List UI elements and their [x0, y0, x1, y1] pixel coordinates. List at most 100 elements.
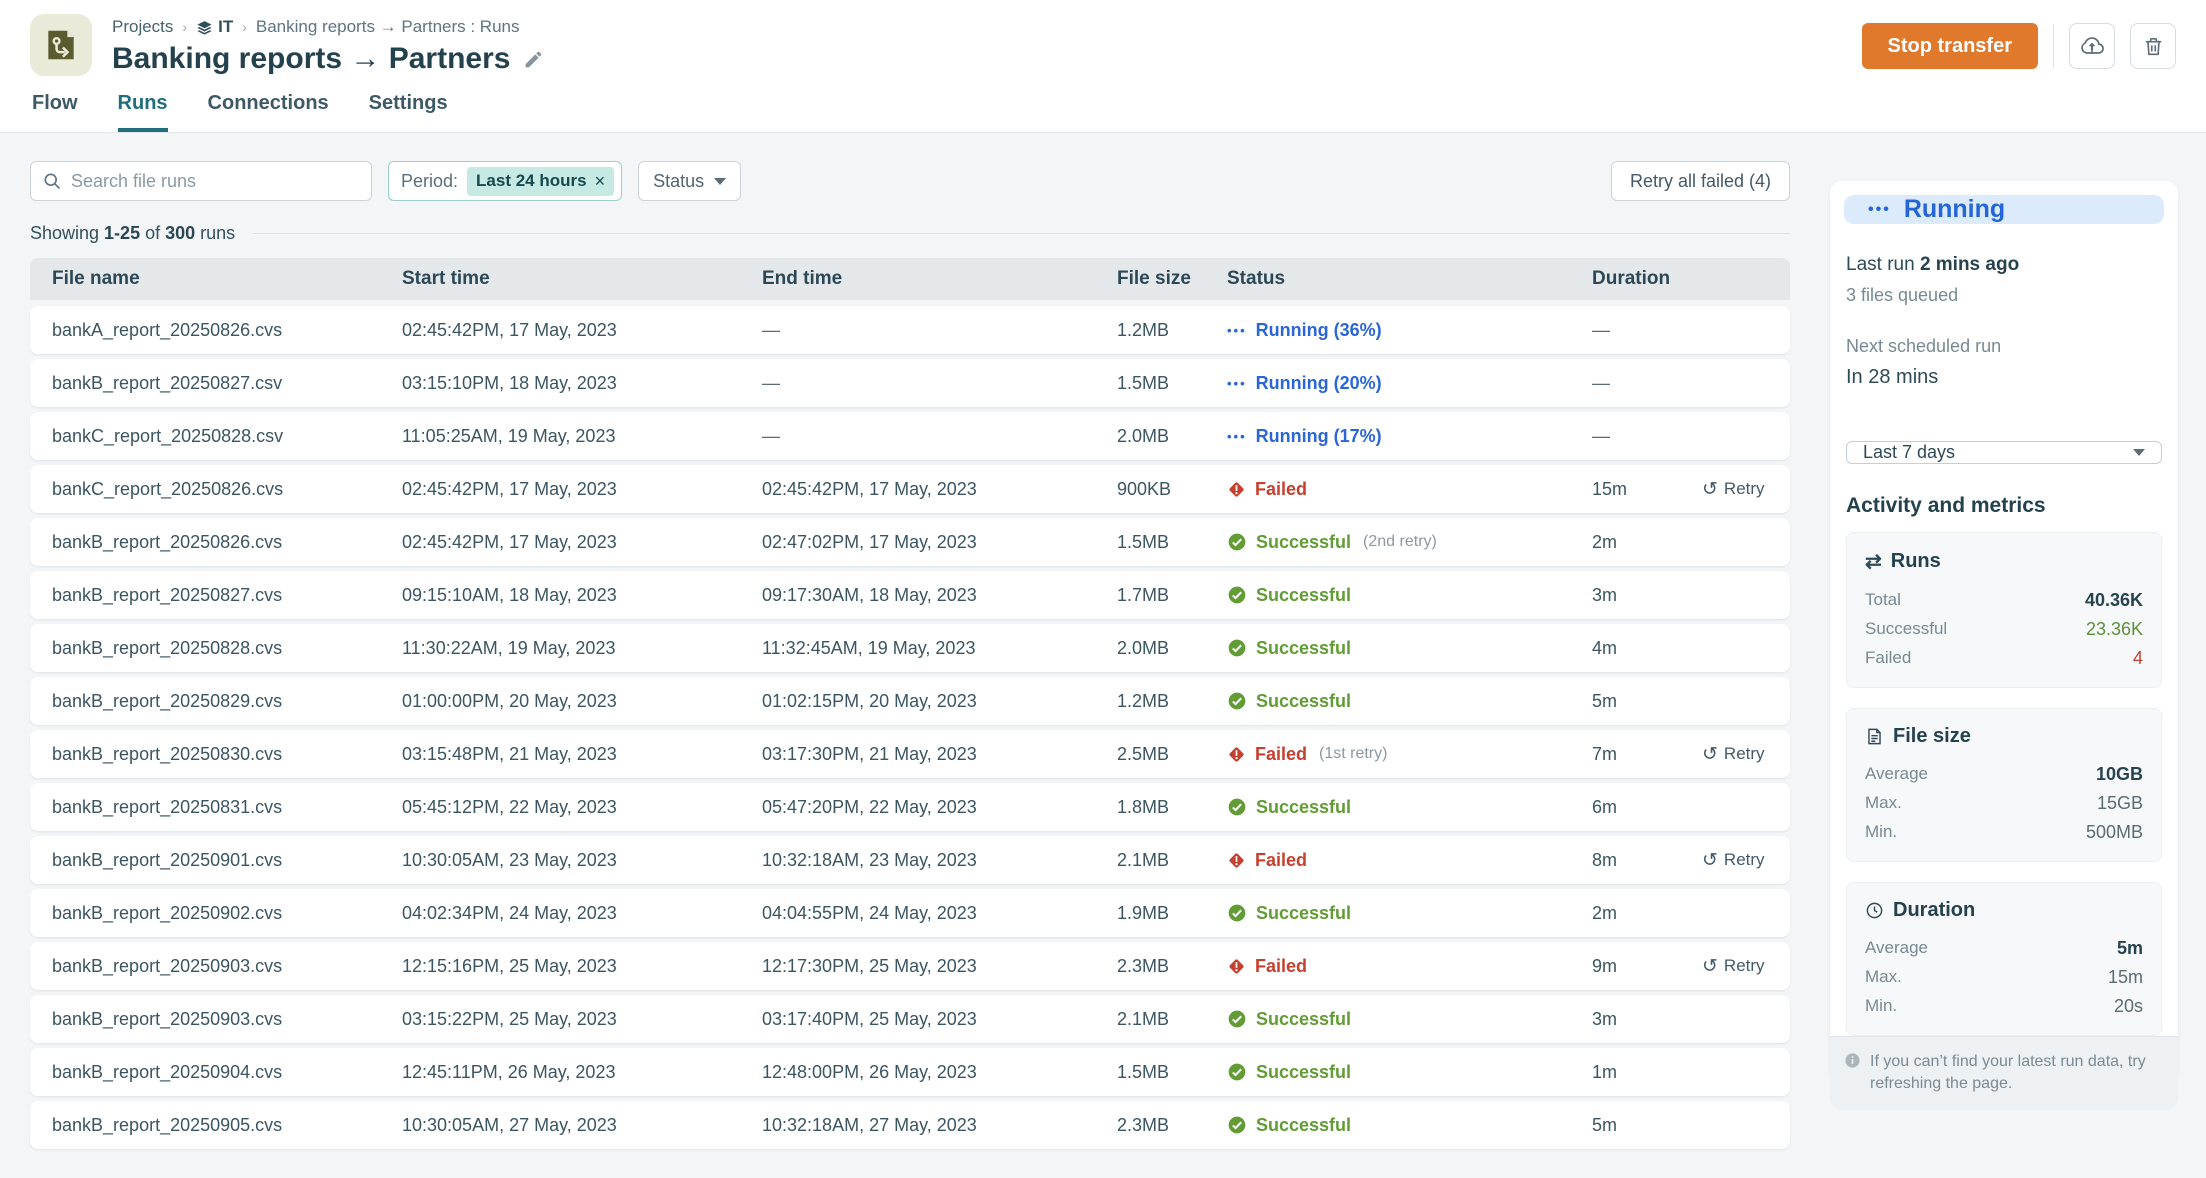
- table-row[interactable]: bankB_report_20250904.cvs12:45:11PM, 26 …: [30, 1048, 1790, 1096]
- upload-button[interactable]: [2069, 23, 2115, 69]
- search-box: [30, 161, 372, 201]
- tab-flow[interactable]: Flow: [32, 92, 78, 132]
- file-name-cell: bankB_report_20250901.cvs: [52, 850, 402, 871]
- table-row[interactable]: bankB_report_20250827.cvs09:15:10AM, 18 …: [30, 571, 1790, 619]
- start-time-cell: 03:15:10PM, 18 May, 2023: [402, 373, 762, 394]
- status-banner-label: Running: [1904, 195, 2005, 224]
- retry-all-failed-button[interactable]: Retry all failed (4): [1611, 161, 1790, 201]
- status-filter-label: Status: [653, 171, 704, 192]
- table-row[interactable]: bankB_report_20250828.cvs11:30:22AM, 19 …: [30, 624, 1790, 672]
- next-run-label: Next scheduled run: [1846, 336, 2162, 357]
- duration-cell: 6m: [1592, 797, 1702, 818]
- retry-button[interactable]: ↺Retry: [1702, 744, 1790, 764]
- table-row[interactable]: bankB_report_20250901.cvs10:30:05AM, 23 …: [30, 836, 1790, 884]
- table-row[interactable]: bankB_report_20250831.cvs05:45:12PM, 22 …: [30, 783, 1790, 831]
- status-cell: Successful: [1227, 1062, 1592, 1083]
- summary-divider: [253, 233, 1790, 234]
- file-size-cell: 2.0MB: [1117, 426, 1227, 447]
- stop-transfer-button[interactable]: Stop transfer: [1862, 23, 2038, 69]
- metric-value: 4: [2133, 648, 2143, 669]
- retry-button[interactable]: ↺Retry: [1702, 956, 1790, 976]
- file-name-cell: bankB_report_20250903.cvs: [52, 1009, 402, 1030]
- end-time-cell: 11:32:45AM, 19 May, 2023: [762, 638, 1117, 659]
- remove-period-icon[interactable]: ×: [595, 171, 606, 192]
- start-time-cell: 11:05:25AM, 19 May, 2023: [402, 426, 762, 447]
- table-row[interactable]: bankC_report_20250828.csv11:05:25AM, 19 …: [30, 412, 1790, 460]
- table-row[interactable]: bankB_report_20250902.cvs04:02:34PM, 24 …: [30, 889, 1790, 937]
- table-row[interactable]: bankB_report_20250826.cvs02:45:42PM, 17 …: [30, 518, 1790, 566]
- file-size-cell: 1.2MB: [1117, 691, 1227, 712]
- file-route-icon: [42, 26, 80, 64]
- runs-icon: ⇄: [1865, 549, 1882, 574]
- file-name-cell: bankB_report_20250905.cvs: [52, 1115, 402, 1136]
- metric-label: Total: [1865, 590, 1901, 611]
- running-dots-icon: •••: [1868, 201, 1891, 219]
- metric-row: Max.15m: [1865, 963, 2143, 992]
- metric-card-title: Duration: [1893, 899, 1975, 922]
- breadcrumb: Projects › IT › Banking reports → Partne…: [112, 17, 1862, 37]
- file-name-cell: bankB_report_20250829.cvs: [52, 691, 402, 712]
- duration-cell: —: [1592, 426, 1702, 447]
- search-icon: [42, 171, 62, 196]
- table-row[interactable]: bankB_report_20250830.cvs03:15:48PM, 21 …: [30, 730, 1790, 778]
- status-label: Running (20%): [1256, 373, 1382, 394]
- duration-cell: 3m: [1592, 1009, 1702, 1030]
- status-filter[interactable]: Status: [638, 161, 741, 201]
- table-row[interactable]: bankB_report_20250905.cvs10:30:05AM, 27 …: [30, 1101, 1790, 1149]
- metric-label: Average: [1865, 938, 1928, 959]
- column-header-file-size: File size: [1117, 268, 1227, 290]
- file-name-cell: bankB_report_20250903.cvs: [52, 956, 402, 977]
- status-banner: ••• Running: [1844, 195, 2164, 224]
- status-cell: Successful(2nd retry): [1227, 532, 1592, 553]
- metrics-range-select[interactable]: Last 7 days: [1846, 441, 2162, 464]
- edit-title-button[interactable]: [523, 49, 544, 70]
- results-summary: Showing 1-25 of 300 runs: [30, 223, 1790, 244]
- metric-row: Average10GB: [1865, 760, 2143, 789]
- status-cell: Successful: [1227, 1115, 1592, 1136]
- table-row[interactable]: bankB_report_20250829.cvs01:00:00PM, 20 …: [30, 677, 1790, 725]
- duration-cell: 1m: [1592, 1062, 1702, 1083]
- table-row[interactable]: bankB_report_20250903.cvs03:15:22PM, 25 …: [30, 995, 1790, 1043]
- refresh-note-text: If you can’t find your latest run data, …: [1870, 1051, 2160, 1094]
- breadcrumb-projects[interactable]: Projects: [112, 17, 173, 37]
- running-dots-icon: •••: [1227, 323, 1247, 338]
- status-label: Successful: [1256, 903, 1351, 924]
- retry-icon: ↺: [1702, 745, 1718, 764]
- start-time-cell: 02:45:42PM, 17 May, 2023: [402, 479, 762, 500]
- duration-cell: 3m: [1592, 585, 1702, 606]
- end-time-cell: 10:32:18AM, 23 May, 2023: [762, 850, 1117, 871]
- retry-button[interactable]: ↺Retry: [1702, 850, 1790, 870]
- check-circle-icon: [1227, 691, 1247, 711]
- table-row[interactable]: bankC_report_20250826.cvs02:45:42PM, 17 …: [30, 465, 1790, 513]
- layers-icon: [196, 19, 213, 36]
- status-label: Successful: [1256, 1062, 1351, 1083]
- file-size-cell: 1.5MB: [1117, 1062, 1227, 1083]
- check-circle-icon: [1227, 903, 1247, 923]
- tab-settings[interactable]: Settings: [369, 92, 448, 132]
- end-time-cell: 05:47:20PM, 22 May, 2023: [762, 797, 1117, 818]
- start-time-cell: 12:15:16PM, 25 May, 2023: [402, 956, 762, 977]
- end-time-cell: 12:48:00PM, 26 May, 2023: [762, 1062, 1117, 1083]
- period-filter[interactable]: Period: Last 24 hours ×: [388, 161, 622, 201]
- search-input[interactable]: [30, 161, 372, 201]
- column-header-status: Status: [1227, 268, 1592, 290]
- status-cell: •••Running (36%): [1227, 320, 1592, 341]
- table-row[interactable]: bankA_report_20250826.cvs02:45:42PM, 17 …: [30, 306, 1790, 354]
- breadcrumb-team[interactable]: IT: [196, 17, 233, 37]
- period-chip[interactable]: Last 24 hours ×: [467, 167, 614, 196]
- metrics-title: Activity and metrics: [1846, 494, 2162, 518]
- table-row[interactable]: bankB_report_20250827.csv03:15:10PM, 18 …: [30, 359, 1790, 407]
- tab-connections[interactable]: Connections: [208, 92, 329, 132]
- retry-button[interactable]: ↺Retry: [1702, 479, 1790, 499]
- file-size-cell: 2.3MB: [1117, 956, 1227, 977]
- delete-button[interactable]: [2130, 23, 2176, 69]
- file-size-cell: 1.8MB: [1117, 797, 1227, 818]
- breadcrumb-separator: ›: [182, 19, 187, 35]
- file-size-cell: 1.5MB: [1117, 532, 1227, 553]
- file-size-cell: 2.3MB: [1117, 1115, 1227, 1136]
- file-size-cell: 1.7MB: [1117, 585, 1227, 606]
- tab-runs[interactable]: Runs: [118, 92, 168, 132]
- duration-cell: —: [1592, 320, 1702, 341]
- file-size-cell: 2.5MB: [1117, 744, 1227, 765]
- table-row[interactable]: bankB_report_20250903.cvs12:15:16PM, 25 …: [30, 942, 1790, 990]
